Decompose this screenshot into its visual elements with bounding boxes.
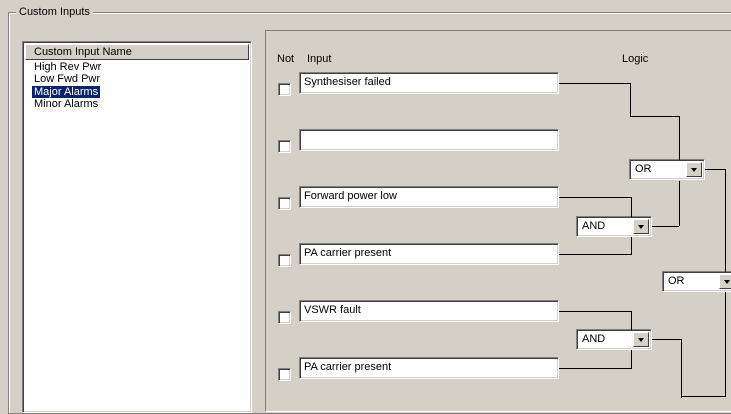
input-field-5[interactable]: VSWR fault xyxy=(299,300,559,322)
group-title: Custom Inputs xyxy=(16,5,93,19)
logic-column-header: Logic xyxy=(622,53,649,65)
operator-value: AND xyxy=(582,220,606,232)
input-field-3[interactable]: Forward power low xyxy=(299,186,559,208)
input-field-2[interactable] xyxy=(299,129,559,151)
list-item[interactable]: Low Fwd Pwr xyxy=(32,73,102,85)
list-column-header[interactable]: Custom Input Name xyxy=(25,44,249,60)
list-item[interactable]: Minor Alarms xyxy=(32,98,100,110)
chevron-down-icon[interactable] xyxy=(686,162,702,177)
not-checkbox-5[interactable] xyxy=(278,311,291,324)
or-operator-select-top[interactable]: OR xyxy=(629,159,705,180)
operator-value: OR xyxy=(668,275,685,287)
not-checkbox-4[interactable] xyxy=(278,254,291,267)
not-checkbox-2[interactable] xyxy=(278,140,291,153)
operator-value: OR xyxy=(635,163,652,175)
input-field-6[interactable]: PA carrier present xyxy=(299,357,559,379)
list-item[interactable]: High Rev Pwr xyxy=(32,61,103,73)
and-operator-select-2[interactable]: AND xyxy=(576,329,652,350)
list-item-selected[interactable]: Major Alarms xyxy=(30,85,102,99)
chevron-down-icon[interactable] xyxy=(633,219,649,234)
chevron-down-icon[interactable] xyxy=(633,332,649,347)
and-operator-select-1[interactable]: AND xyxy=(576,216,652,237)
operator-value: AND xyxy=(582,333,606,345)
input-column-header: Input xyxy=(307,53,332,65)
not-checkbox-1[interactable] xyxy=(278,83,291,96)
input-field-4[interactable]: PA carrier present xyxy=(299,243,559,265)
not-checkbox-6[interactable] xyxy=(278,368,291,381)
or-operator-select-right[interactable]: OR xyxy=(662,271,731,292)
not-column-header: Not xyxy=(277,53,295,65)
chevron-down-icon[interactable] xyxy=(719,274,731,289)
input-field-1[interactable]: Synthesiser failed xyxy=(299,72,559,94)
not-checkbox-3[interactable] xyxy=(278,197,291,210)
